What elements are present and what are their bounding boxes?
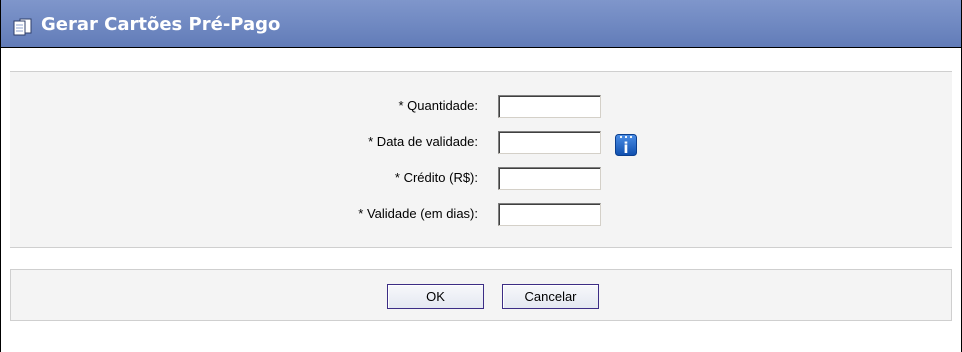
validade-dias-input[interactable]	[498, 203, 601, 226]
cancel-button[interactable]: Cancelar	[502, 284, 599, 309]
button-panel: OK Cancelar	[10, 269, 952, 321]
quantidade-label: * Quantidade:	[398, 98, 478, 113]
documents-icon	[13, 18, 33, 36]
credito-label: * Crédito (R$):	[394, 170, 478, 185]
validade-dias-label: * Validade (em dias):	[358, 206, 478, 221]
title-bar: Gerar Cartões Pré-Pago	[1, 0, 961, 48]
data-validade-label: * Data de validade:	[368, 134, 478, 149]
form-panel: * Quantidade: * Data de validade: i * Cr…	[10, 71, 952, 248]
credito-input[interactable]	[498, 167, 601, 190]
dialog-window: Gerar Cartões Pré-Pago * Quantidade: * D…	[0, 0, 962, 352]
svg-text:i: i	[623, 139, 628, 156]
window-title: Gerar Cartões Pré-Pago	[41, 14, 281, 35]
quantidade-input[interactable]	[498, 95, 601, 118]
ok-button[interactable]: OK	[387, 284, 484, 309]
data-validade-input[interactable]	[498, 131, 601, 154]
calendar-info-icon[interactable]: i	[615, 134, 637, 157]
